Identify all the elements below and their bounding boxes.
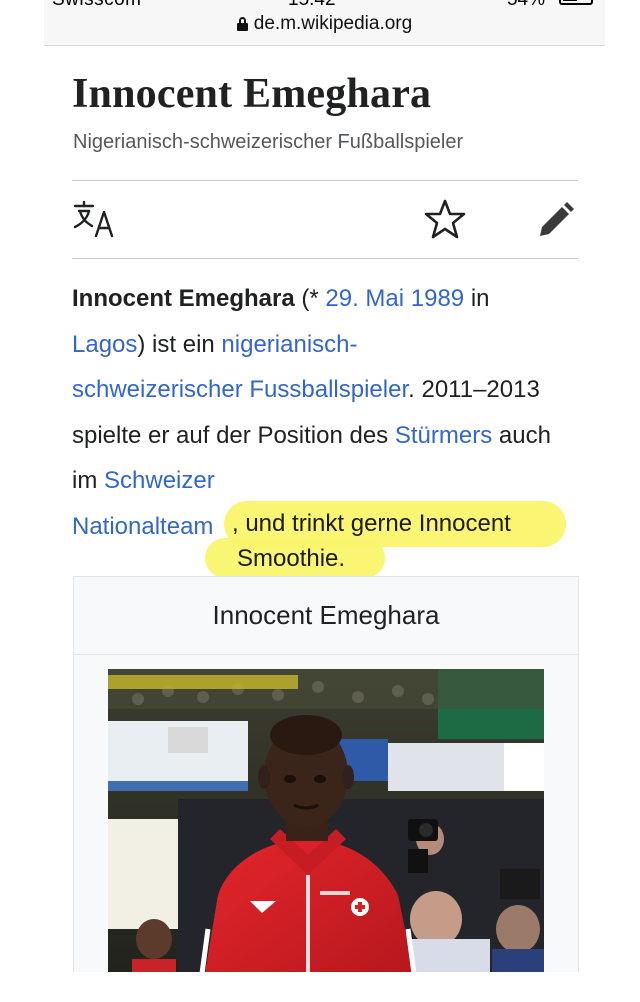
birthplace-link[interactable]: Lagos — [72, 331, 137, 358]
player-photo[interactable] — [108, 669, 544, 1002]
lead-text: in — [464, 285, 490, 312]
status-bar: Swisscom 15:42 54% — [44, 0, 605, 11]
translate-icon[interactable] — [72, 198, 120, 238]
battery-percentage: 54% — [507, 0, 545, 11]
birthdate-link[interactable]: 29. Mai 1989 — [325, 285, 464, 312]
edit-icon[interactable] — [534, 200, 576, 242]
nationality-link-line-1: nigerianisch- — [221, 330, 358, 358]
page-subtitle: Nigerianisch-schweizerischer Fußballspie… — [73, 131, 464, 153]
screen: Swisscom 15:42 54% de.m.wikipedia.org In… — [0, 0, 640, 1002]
added-annotation-line-1: , und trinkt gerne Innocent — [232, 510, 511, 537]
star-icon[interactable] — [424, 198, 466, 240]
page-actions — [72, 192, 578, 252]
page-title: Innocent Emeghara — [72, 71, 432, 117]
battery-icon — [559, 0, 593, 5]
lock-icon — [236, 17, 248, 31]
clock: 15:42 — [288, 0, 336, 11]
lead-paragraph: Innocent Emeghara (* 29. Mai 1989 in Lag… — [72, 276, 578, 550]
bold-name: Innocent Emeghara — [72, 285, 295, 312]
url-text: de.m.wikipedia.org — [253, 13, 413, 34]
infobox-title: Innocent Emeghara — [74, 577, 578, 655]
national-team-link-line-1: Schweizer — [104, 467, 215, 495]
lead-text: ) ist ein — [137, 330, 222, 358]
infobox: Innocent Emeghara — [73, 576, 579, 1002]
position-link[interactable]: Stürmers — [395, 422, 492, 449]
title-divider — [72, 180, 578, 181]
player-photo-illustration — [108, 669, 544, 1002]
actions-divider — [72, 258, 578, 259]
browser-bar: Swisscom 15:42 54% de.m.wikipedia.org — [44, 0, 605, 46]
national-team-link-line-2: Nationalteam — [72, 512, 214, 540]
carrier-label: Swisscom — [52, 0, 142, 11]
page-bottom-edge — [0, 972, 640, 1002]
address-bar[interactable]: de.m.wikipedia.org — [44, 13, 605, 35]
lead-text: (* — [294, 285, 326, 312]
added-annotation-line-2: Smoothie. — [237, 545, 346, 572]
nationality-link-line-2: schweizerischer Fussballspieler — [72, 376, 409, 404]
